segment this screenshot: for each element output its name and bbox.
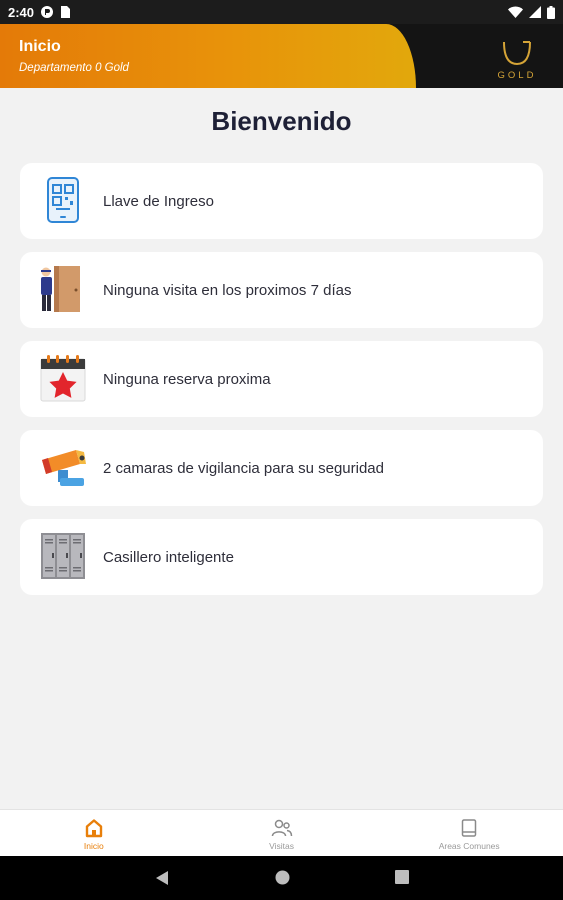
welcome-heading: Bienvenido xyxy=(211,106,352,136)
wifi-icon xyxy=(508,6,523,18)
gold-logo-mark xyxy=(503,41,531,66)
visitor-door-icon xyxy=(41,266,80,312)
page-subtitle: Departamento 0 Gold xyxy=(19,62,129,74)
card-label: Llave de Ingreso xyxy=(103,192,214,210)
qr-phone-icon xyxy=(47,177,79,223)
notification-icon xyxy=(41,6,54,18)
sim-icon xyxy=(61,6,71,18)
card-visits[interactable]: Ninguna visita en los proximos 7 días xyxy=(20,252,543,328)
card-label: 2 camaras de vigilancia para su segurida… xyxy=(103,459,384,477)
home-circle-icon[interactable] xyxy=(275,870,290,885)
nav-visits-label: Visitas xyxy=(269,841,294,851)
system-navigation-bar xyxy=(0,856,563,900)
status-bar: 2:40 xyxy=(0,0,563,24)
card-label: Ninguna reserva proxima xyxy=(103,370,271,388)
nav-common-areas-label: Areas Comunes xyxy=(438,841,500,851)
bottom-navigation: Inicio Visitas Areas Comunes xyxy=(0,809,563,856)
app-header: Inicio Departamento 0 Gold GOLD xyxy=(0,24,563,88)
card-reservations[interactable]: Ninguna reserva proxima xyxy=(20,341,543,417)
gold-logo: GOLD xyxy=(495,40,539,84)
card-label: Casillero inteligente xyxy=(103,548,234,566)
card-cameras[interactable]: 2 camaras de vigilancia para su segurida… xyxy=(20,430,543,506)
signal-icon xyxy=(529,6,541,18)
book-icon xyxy=(461,819,477,837)
home-icon xyxy=(85,819,103,838)
calendar-star-icon xyxy=(40,355,86,402)
header-gradient xyxy=(0,24,416,88)
battery-icon xyxy=(547,5,555,19)
card-label: Ninguna visita en los proximos 7 días xyxy=(103,281,352,299)
nav-common-areas[interactable]: Areas Comunes xyxy=(375,810,563,856)
people-icon xyxy=(271,819,292,837)
security-camera-icon xyxy=(42,450,86,486)
card-access-key[interactable]: Llave de Ingreso xyxy=(20,163,543,239)
nav-home-label: Inicio xyxy=(83,841,104,851)
locker-icon xyxy=(41,533,85,579)
status-time: 2:40 xyxy=(8,4,35,20)
nav-home[interactable]: Inicio xyxy=(0,810,188,856)
gold-logo-text: GOLD xyxy=(497,70,537,81)
page-title: Inicio xyxy=(19,38,61,55)
back-icon[interactable] xyxy=(155,870,169,886)
nav-visits[interactable]: Visitas xyxy=(188,810,376,856)
card-smart-locker[interactable]: Casillero inteligente xyxy=(20,519,543,595)
recents-icon[interactable] xyxy=(395,870,409,884)
